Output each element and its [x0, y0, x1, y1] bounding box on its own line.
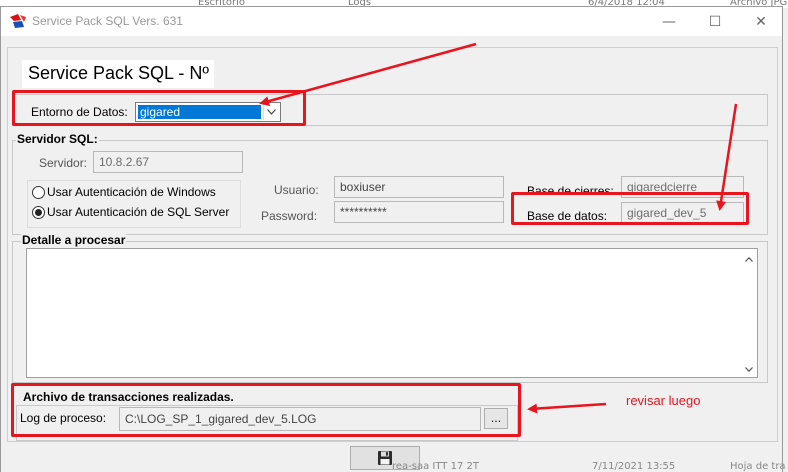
annotation-note: revisar luego [626, 393, 701, 408]
arrow-to-log [527, 402, 607, 414]
arrow-to-base-datos [716, 103, 738, 211]
arrow-to-entorno [259, 42, 477, 106]
